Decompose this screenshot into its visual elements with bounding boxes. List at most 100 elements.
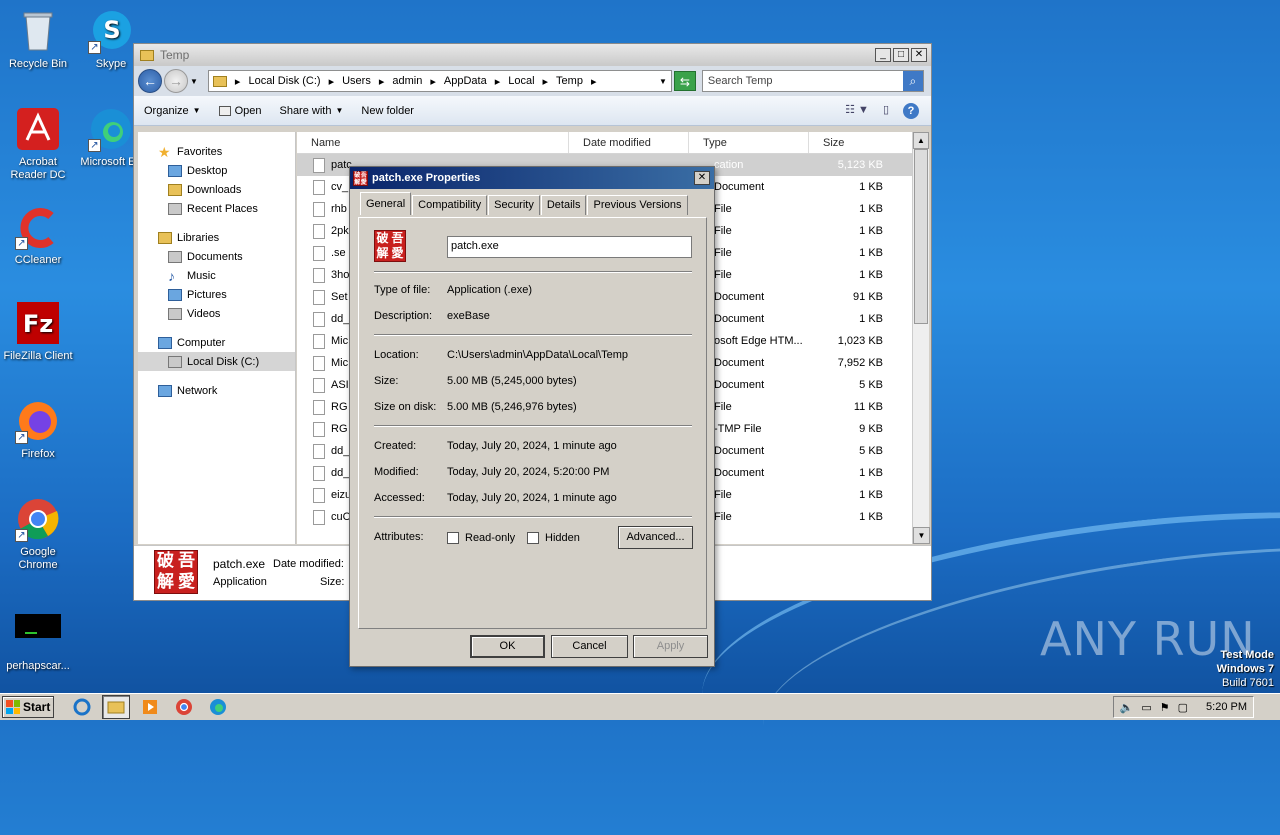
chrome-taskbar-icon[interactable] [170, 695, 198, 719]
details-filename: patch.exe [213, 557, 266, 571]
seal-char: 愛 [391, 246, 404, 260]
desktop-icon-acrobat[interactable]: Acrobat Reader DC [0, 106, 76, 182]
recent-places-icon [168, 202, 182, 215]
vertical-scrollbar[interactable]: ▲ ▼ [912, 132, 930, 544]
nav-documents[interactable]: Documents [138, 247, 295, 266]
tab-compatibility[interactable]: Compatibility [412, 195, 488, 215]
acrobat-icon [15, 106, 61, 152]
column-date-modified[interactable]: Date modified [569, 132, 689, 153]
breadcrumb-item[interactable]: admin [392, 75, 422, 87]
nav-label: Libraries [177, 231, 220, 244]
desktop-icon-filezilla[interactable]: Fz FileZilla Client [0, 300, 76, 363]
nav-desktop[interactable]: Desktop [138, 161, 295, 180]
file-size: 1,023 KB [837, 335, 883, 347]
nav-local-disk[interactable]: Local Disk (C:) [138, 352, 295, 371]
nav-recent-places[interactable]: Recent Places [138, 199, 295, 218]
chevron-down-icon[interactable]: ▼ [190, 77, 198, 86]
explorer-taskbar-icon[interactable] [102, 695, 130, 719]
attributes-label: Attributes: [374, 531, 424, 543]
breadcrumb-item[interactable]: Users [342, 75, 371, 87]
desktop-icon-label: CCleaner [14, 254, 62, 266]
size-label: Size: [374, 375, 399, 387]
tab-security[interactable]: Security [488, 195, 540, 215]
tab-details[interactable]: Details [540, 195, 587, 215]
forward-button[interactable]: → [164, 69, 188, 93]
cancel-button[interactable]: Cancel [551, 635, 628, 658]
chevron-down-icon[interactable]: ▼ [659, 77, 667, 86]
media-player-taskbar-icon[interactable] [136, 695, 164, 719]
file-type: File [714, 269, 732, 281]
column-size[interactable]: Size [809, 132, 912, 153]
scroll-down-arrow[interactable]: ▼ [913, 527, 930, 544]
network-tray-icon[interactable]: ▭ [1141, 701, 1151, 714]
nav-computer[interactable]: Computer [138, 333, 295, 352]
desktop-icon-console[interactable]: perhapscar... [0, 610, 76, 673]
apply-button[interactable]: Apply [633, 635, 708, 658]
svg-text:Fz: Fz [23, 310, 53, 338]
desktop-icon-firefox[interactable]: ↗ Firefox [0, 398, 76, 461]
desktop-icon-ccleaner[interactable]: ↗ CCleaner [0, 204, 76, 267]
advanced-button[interactable]: Advanced... [618, 526, 693, 549]
desktop-icon-chrome[interactable]: ↗ Google Chrome [0, 496, 76, 572]
dialog-close-button[interactable]: ✕ [694, 171, 710, 185]
scroll-thumb[interactable] [914, 149, 928, 324]
file-type: Document [714, 467, 765, 479]
volume-icon[interactable]: 🔈 [1120, 701, 1134, 714]
column-type[interactable]: Type [689, 132, 809, 153]
explorer-titlebar[interactable]: Temp _ □ ✕ [134, 44, 931, 66]
back-button[interactable]: ← [138, 69, 162, 93]
display-icon[interactable]: ▢ [1178, 701, 1188, 714]
preview-pane-icon[interactable]: ▯ [883, 103, 889, 119]
nav-label: Favorites [177, 145, 223, 158]
hidden-checkbox[interactable]: Hidden [527, 532, 580, 545]
share-with-button[interactable]: Share with ▼ [279, 105, 343, 117]
open-button[interactable]: Open [218, 105, 261, 117]
file-type: File [714, 203, 732, 215]
file-name-field[interactable]: patch.exe [447, 236, 692, 258]
edge-taskbar-icon[interactable] [204, 695, 232, 719]
test-mode-line: Windows 7 [1216, 663, 1274, 675]
nav-pictures[interactable]: Pictures [138, 285, 295, 304]
close-button[interactable]: ✕ [911, 48, 927, 62]
address-bar[interactable]: ▸ Local Disk (C:) ▸ Users ▸ admin ▸ AppD… [207, 70, 672, 92]
search-input[interactable]: Search Temp ⌕ [701, 70, 924, 92]
refresh-button[interactable]: ⇆ [673, 71, 696, 91]
seal-char: 愛 [360, 178, 367, 186]
maximize-button[interactable]: □ [893, 48, 909, 62]
nav-libraries[interactable]: Libraries [138, 228, 295, 247]
scroll-up-arrow[interactable]: ▲ [913, 132, 929, 149]
breadcrumb-item[interactable]: Local [508, 75, 534, 87]
nav-downloads[interactable]: Downloads [138, 180, 295, 199]
readonly-checkbox[interactable]: Read-only [447, 532, 515, 545]
properties-dialog[interactable]: 破吾解愛 patch.exe Properties ✕ General Comp… [349, 166, 715, 667]
dialog-titlebar[interactable]: 破吾解愛 patch.exe Properties ✕ [350, 167, 714, 189]
clock[interactable]: 5:20 PM [1206, 701, 1247, 713]
minimize-button[interactable]: _ [875, 48, 891, 62]
nav-videos[interactable]: Videos [138, 304, 295, 323]
start-button[interactable]: Start [2, 696, 54, 718]
view-options-icon[interactable]: ☷ ▼ [845, 103, 869, 119]
file-size: 91 KB [853, 291, 883, 303]
breadcrumb-item[interactable]: AppData [444, 75, 487, 87]
music-icon: ♪ [168, 267, 175, 284]
nav-network[interactable]: Network [138, 381, 295, 400]
organize-button[interactable]: Organize ▼ [144, 105, 201, 117]
flag-icon[interactable]: ⚑ [1160, 701, 1170, 714]
file-icon [313, 245, 325, 261]
file-icon [313, 465, 325, 481]
breadcrumb-item[interactable]: Local Disk (C:) [248, 75, 320, 87]
nav-music[interactable]: ♪ Music [138, 266, 295, 285]
ie-taskbar-icon[interactable] [68, 695, 96, 719]
tab-general[interactable]: General [360, 192, 412, 215]
search-placeholder: Search Temp [707, 75, 773, 87]
nav-favorites[interactable]: ★ Favorites [138, 142, 295, 161]
new-folder-button[interactable]: New folder [361, 105, 414, 117]
window-title: Temp [160, 48, 190, 62]
column-name[interactable]: Name [297, 132, 569, 153]
tab-previous-versions[interactable]: Previous Versions [587, 195, 688, 215]
search-icon[interactable]: ⌕ [902, 71, 923, 91]
ok-button[interactable]: OK [470, 635, 545, 658]
breadcrumb-item[interactable]: Temp [556, 75, 583, 87]
desktop-icon-recycle-bin[interactable]: Recycle Bin [0, 8, 76, 71]
help-icon[interactable]: ? [903, 102, 919, 119]
